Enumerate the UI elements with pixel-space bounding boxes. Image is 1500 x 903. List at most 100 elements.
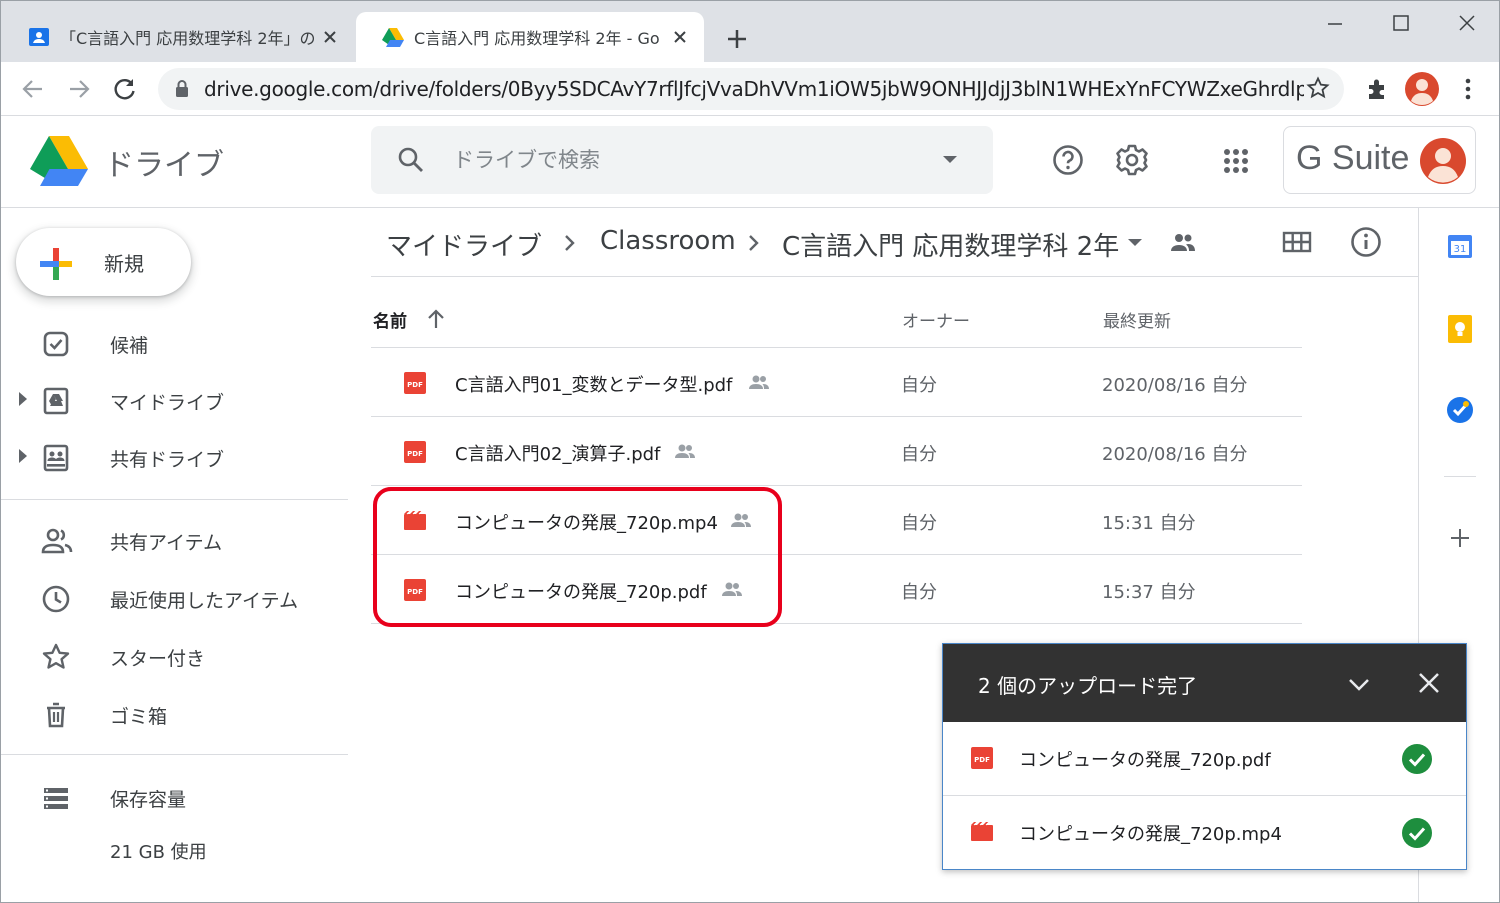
- apps-grid-icon[interactable]: [1223, 148, 1249, 174]
- file-owner: 自分: [901, 375, 937, 396]
- search-options-dropdown-icon[interactable]: [941, 154, 959, 166]
- sidebar-divider: [0, 499, 348, 500]
- column-header-owner[interactable]: オーナー: [902, 307, 970, 332]
- sidebar-item-label: 共有アイテム: [110, 532, 223, 554]
- column-header-modified[interactable]: 最終更新: [1103, 307, 1171, 332]
- forward-arrow-icon[interactable]: [66, 76, 92, 102]
- back-arrow-icon[interactable]: [20, 76, 46, 102]
- breadcrumb-my-drive[interactable]: マイドライブ: [386, 226, 542, 263]
- upload-item-name: コンピュータの発展_720p.mp4: [1019, 824, 1282, 845]
- sidebar-divider: [0, 754, 348, 755]
- upload-panel-header: 2 個のアップロード完了: [943, 644, 1466, 722]
- sidebar-item-label: 共有ドライブ: [110, 449, 225, 471]
- close-upload-panel-icon[interactable]: [1417, 671, 1441, 695]
- storage-used-text: 21 GB 使用: [110, 842, 207, 863]
- clock-icon: [41, 584, 71, 614]
- breadcrumb-current-folder[interactable]: C言語入門 応用数理学科 2年: [782, 226, 1119, 263]
- browser-menu-icon[interactable]: [1456, 76, 1480, 102]
- svg-text:31: 31: [1454, 244, 1467, 255]
- lock-icon: [174, 79, 190, 99]
- pdf-file-icon: PDF: [403, 371, 427, 395]
- highlight-annotation-box: [373, 487, 782, 627]
- sidebar-item-label: マイドライブ: [110, 392, 225, 414]
- file-owner: 自分: [901, 513, 937, 534]
- file-modified: 15:31 自分: [1102, 513, 1196, 534]
- sidebar-item-shared-drives[interactable]: 共有ドライブ: [0, 432, 348, 482]
- sidebar-item-label: ゴミ箱: [110, 706, 168, 728]
- new-button[interactable]: 新規: [16, 228, 191, 296]
- expand-arrow-icon[interactable]: [19, 449, 27, 463]
- video-file-icon: [970, 820, 994, 844]
- sidebar-item-label: 最近使用したアイテム: [110, 590, 299, 612]
- url-text: drive.google.com/drive/folders/0Byy5SDCA…: [204, 77, 1304, 101]
- tasks-icon[interactable]: [1445, 395, 1475, 425]
- calendar-icon[interactable]: 31: [1446, 232, 1474, 260]
- sidebar-item-trash[interactable]: ゴミ箱: [0, 689, 348, 739]
- sort-ascending-arrow-icon[interactable]: [426, 308, 446, 330]
- tab-title: 「C言語入門 応用数理学科 2年」の: [60, 29, 314, 48]
- expand-arrow-icon[interactable]: [19, 392, 27, 406]
- side-panel-divider: [1444, 476, 1476, 477]
- settings-gear-icon[interactable]: [1115, 143, 1149, 177]
- browser-tab-classroom[interactable]: 「C言語入門 応用数理学科 2年」の: [2, 12, 354, 62]
- sidebar-item-my-drive[interactable]: マイドライブ: [0, 375, 348, 425]
- column-header-name[interactable]: 名前: [373, 307, 407, 332]
- add-addon-plus-icon[interactable]: [1448, 526, 1472, 550]
- google-drive-logo-icon[interactable]: [30, 136, 88, 186]
- sidebar-item-label: 保存容量: [110, 789, 187, 811]
- file-owner: 自分: [901, 444, 937, 465]
- upload-item[interactable]: PDF コンピュータの発展_720p.pdf: [943, 722, 1466, 795]
- upload-item[interactable]: コンピュータの発展_720p.mp4: [943, 796, 1466, 869]
- file-name: C言語入門02_演算子.pdf: [455, 444, 661, 465]
- close-tab-icon[interactable]: [670, 27, 690, 47]
- file-modified: 15:37 自分: [1102, 582, 1196, 603]
- trash-icon: [41, 700, 71, 730]
- tab-title: C言語入門 応用数理学科 2年 - Go: [414, 29, 660, 48]
- file-row[interactable]: PDF C言語入門02_演算子.pdf 自分 2020/08/16 自分: [371, 417, 1302, 486]
- reload-icon[interactable]: [112, 76, 138, 102]
- sidebar-item-starred[interactable]: スター付き: [0, 631, 348, 681]
- close-tab-icon[interactable]: [320, 27, 340, 47]
- pdf-file-icon: PDF: [970, 746, 994, 770]
- priority-check-icon: [41, 329, 71, 359]
- extensions-puzzle-icon[interactable]: [1364, 76, 1390, 102]
- help-icon[interactable]: [1052, 144, 1084, 176]
- grid-view-icon[interactable]: [1282, 230, 1312, 254]
- gsuite-account-button[interactable]: G Suite: [1283, 126, 1476, 194]
- upload-complete-check-icon: [1402, 818, 1432, 848]
- sidebar-item-priority[interactable]: 候補: [0, 318, 348, 368]
- gsuite-label: G Suite: [1296, 139, 1410, 177]
- file-modified: 2020/08/16 自分: [1102, 444, 1248, 465]
- drive-search-bar[interactable]: [371, 126, 993, 194]
- bookmark-star-icon[interactable]: [1306, 76, 1330, 100]
- search-icon[interactable]: [397, 146, 425, 174]
- file-modified: 2020/08/16 自分: [1102, 375, 1248, 396]
- keep-icon[interactable]: [1447, 314, 1473, 344]
- maximize-window-icon[interactable]: [1386, 12, 1416, 36]
- upload-complete-check-icon: [1402, 744, 1432, 774]
- address-bar[interactable]: drive.google.com/drive/folders/0Byy5SDCA…: [158, 68, 1344, 110]
- star-icon: [41, 642, 71, 672]
- info-icon[interactable]: [1350, 226, 1382, 258]
- drive-app-title[interactable]: ドライブ: [104, 140, 224, 184]
- file-name: C言語入門01_変数とデータ型.pdf: [455, 375, 733, 396]
- shared-folder-people-icon: [1170, 232, 1196, 252]
- minimize-window-icon[interactable]: [1320, 12, 1350, 36]
- account-avatar[interactable]: [1420, 138, 1466, 184]
- sidebar-item-label: スター付き: [110, 648, 206, 670]
- sidebar-item-shared-with-me[interactable]: 共有アイテム: [0, 515, 348, 565]
- folder-dropdown-icon[interactable]: [1126, 237, 1144, 249]
- new-tab-button[interactable]: [724, 26, 750, 52]
- colorful-plus-icon: [38, 246, 74, 282]
- browser-profile-avatar[interactable]: [1405, 72, 1439, 106]
- browser-tab-drive[interactable]: C言語入門 応用数理学科 2年 - Go: [356, 12, 704, 62]
- sidebar-item-recent[interactable]: 最近使用したアイテム: [0, 573, 348, 623]
- breadcrumb-chevron-icon: [561, 232, 579, 254]
- search-input[interactable]: [453, 144, 893, 176]
- shared-drives-icon: [41, 443, 71, 473]
- sidebar-item-storage[interactable]: 保存容量: [0, 772, 348, 822]
- collapse-chevron-down-icon[interactable]: [1347, 672, 1371, 696]
- close-window-icon[interactable]: [1452, 12, 1482, 36]
- breadcrumb-classroom[interactable]: Classroom: [600, 226, 736, 256]
- file-row[interactable]: PDF C言語入門01_変数とデータ型.pdf 自分 2020/08/16 自分: [371, 348, 1302, 417]
